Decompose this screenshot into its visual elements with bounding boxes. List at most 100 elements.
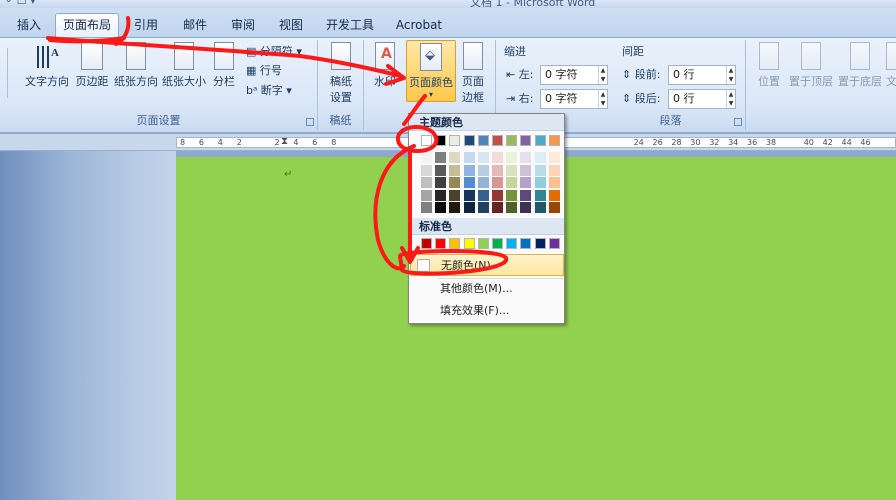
send-back-button[interactable]: 置于底层 [837,42,883,89]
theme-color-swatch[interactable] [520,135,532,146]
more-colors-item[interactable]: 其他颜色(M)... [410,278,564,300]
indent-right-field[interactable]: 0 字符 ▲ ▼ [540,89,608,109]
quick-access-toolbar[interactable]: ⚬ ☐ ▾ [4,0,36,7]
standard-color-swatch[interactable] [463,238,475,249]
position-button[interactable]: 位置 [754,42,784,89]
standard-color-swatch[interactable] [548,238,560,249]
spacing-after-field[interactable]: 0 行 ▲ ▼ [668,89,736,109]
theme-shade-swatch[interactable] [463,189,475,201]
theme-shade-swatch[interactable] [492,152,503,163]
columns-button[interactable]: 分栏 [209,42,239,89]
theme-shade-swatch[interactable] [506,177,518,188]
orientation-button[interactable]: 纸张方向 [112,42,160,89]
standard-color-swatch[interactable] [506,238,518,249]
theme-shade-swatch[interactable] [520,189,532,201]
theme-shade-swatch[interactable] [520,164,532,176]
theme-shade-swatch[interactable] [548,189,560,201]
theme-shade-swatch[interactable] [449,189,461,201]
theme-shade-swatch[interactable] [435,164,447,176]
theme-shade-swatch[interactable] [477,152,489,163]
page-borders-button[interactable]: 页面 边框 [458,42,488,105]
theme-color-swatch[interactable] [492,135,503,146]
indent-left-spinner[interactable]: ▲ ▼ [598,66,607,84]
theme-shade-swatch[interactable] [463,202,475,213]
breaks-button[interactable]: ▤ 分隔符 ▾ [246,43,302,61]
tab-acrobat[interactable]: Acrobat [392,16,446,38]
page-color-button[interactable]: ⬙ 页面颜色 ▾ [406,40,456,102]
theme-shade-swatch[interactable] [506,202,518,213]
standard-color-swatch[interactable] [520,238,532,249]
indent-left-field[interactable]: 0 字符 ▲ ▼ [540,65,608,85]
theme-shade-swatch[interactable] [506,152,518,163]
margins-button[interactable]: 页边距 [73,42,111,89]
theme-shade-swatch[interactable] [463,164,475,176]
standard-color-swatch[interactable] [477,238,489,249]
standard-color-swatch[interactable] [534,238,546,249]
fill-effects-item[interactable]: 填充效果(F)... [410,300,564,322]
theme-shade-swatch[interactable] [534,177,546,188]
theme-shade-swatch[interactable] [520,152,532,163]
tab-developer[interactable]: 开发工具 [322,16,378,38]
theme-shade-swatch[interactable] [449,164,461,176]
line-numbers-button[interactable]: ▦ 行号 [246,62,282,80]
theme-shade-swatch[interactable] [534,164,546,176]
theme-shade-swatch[interactable] [435,177,447,188]
theme-shade-swatch[interactable] [520,202,532,213]
theme-shade-swatch[interactable] [492,202,503,213]
theme-shade-swatch[interactable] [421,189,432,201]
theme-shade-swatch[interactable] [548,164,560,176]
theme-shade-swatch[interactable] [421,152,432,163]
theme-shade-swatch[interactable] [534,189,546,201]
theme-shade-swatch[interactable] [492,177,503,188]
theme-color-swatch[interactable] [421,135,432,146]
watermark-button[interactable]: A 水印 [370,42,400,89]
theme-color-swatch[interactable] [506,135,518,146]
theme-shade-swatch[interactable] [449,202,461,213]
text-direction-button[interactable]: A 文字方向 [22,42,72,89]
theme-shade-swatch[interactable] [477,164,489,176]
theme-shade-swatch[interactable] [449,152,461,163]
size-button[interactable]: 纸张大小 [160,42,208,89]
page-setup-launcher-icon[interactable] [306,118,314,126]
theme-shade-swatch[interactable] [421,202,432,213]
theme-shade-swatch[interactable] [534,202,546,213]
theme-shade-swatch[interactable] [435,152,447,163]
tab-mailings[interactable]: 邮件 [176,16,214,38]
tab-review[interactable]: 审阅 [224,16,262,38]
theme-shade-swatch[interactable] [449,177,461,188]
theme-shade-swatch[interactable] [506,164,518,176]
theme-shade-swatch[interactable] [435,202,447,213]
theme-color-swatch[interactable] [477,135,489,146]
theme-color-swatch[interactable] [449,135,461,146]
indent-marker-icon[interactable]: ⧗ [281,136,288,147]
theme-shade-swatch[interactable] [421,164,432,176]
theme-shade-swatch[interactable] [463,152,475,163]
theme-shade-swatch[interactable] [548,152,560,163]
theme-shade-swatch[interactable] [421,177,432,188]
theme-color-swatch[interactable] [435,135,447,146]
theme-color-swatch[interactable] [548,135,560,146]
standard-color-swatch[interactable] [435,238,447,249]
spacing-after-spinner[interactable]: ▲ ▼ [726,90,735,108]
tab-view[interactable]: 视图 [272,16,310,38]
bring-front-button[interactable]: 置于顶层 [788,42,834,89]
standard-color-swatch[interactable] [449,238,461,249]
tab-page-layout[interactable]: 页面布局 [55,13,119,40]
theme-shade-swatch[interactable] [520,177,532,188]
theme-shade-swatch[interactable] [492,164,503,176]
theme-shade-swatch[interactable] [477,202,489,213]
no-color-item[interactable]: 无颜色(N) [410,254,564,276]
standard-color-swatch[interactable] [421,238,432,249]
theme-shade-swatch[interactable] [492,189,503,201]
draft-settings-button[interactable]: 稿纸 设置 [324,42,358,105]
hyphenation-button[interactable]: bᵃ 断字 ▾ [246,82,292,100]
theme-color-swatch[interactable] [463,135,475,146]
tab-insert[interactable]: 插入 [10,16,48,38]
theme-shade-swatch[interactable] [548,177,560,188]
theme-shade-swatch[interactable] [477,189,489,201]
standard-color-swatch[interactable] [492,238,503,249]
tab-references[interactable]: 引用 [127,16,165,38]
text-wrap-button[interactable]: 文 [886,42,896,89]
theme-color-swatch[interactable] [534,135,546,146]
theme-shade-swatch[interactable] [477,177,489,188]
